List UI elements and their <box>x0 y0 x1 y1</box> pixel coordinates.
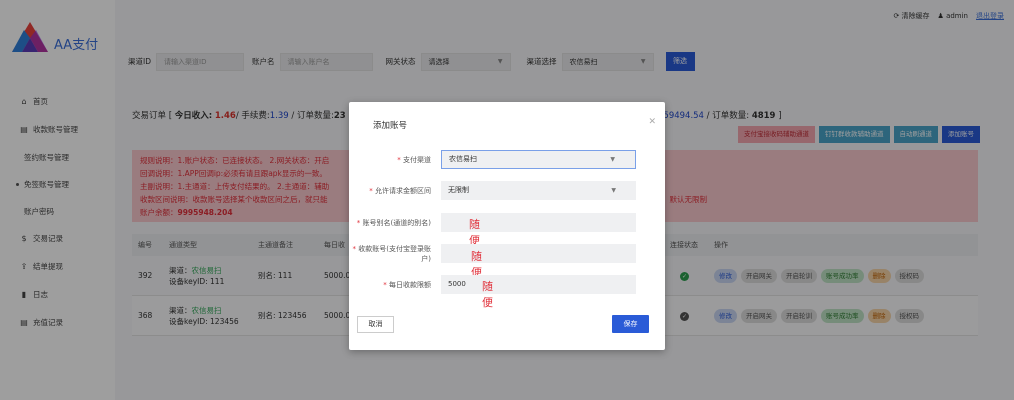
caret-down-icon: ▼ <box>610 156 615 163</box>
daily-limit-input[interactable]: 5000 <box>441 275 636 294</box>
save-button[interactable]: 保存 <box>612 315 649 333</box>
field-label-text: 支付渠道 <box>403 155 431 164</box>
close-icon[interactable]: ✕ <box>648 117 656 127</box>
payment-channel-field: * 支付渠道 农信易扫 ▼ <box>349 150 636 169</box>
add-account-dialog: 添加账号 ✕ * 支付渠道 农信易扫 ▼ * 允许请求金额区间 无限制 ▼ * … <box>349 102 665 350</box>
account-alias-field: * 账号别名(通道的别名) 随便 <box>349 212 636 247</box>
handwritten-note: 随便 <box>482 280 493 309</box>
daily-limit-field: * 每日收款限额 5000 随便 <box>349 274 636 309</box>
payment-channel-select[interactable]: 农信易扫 ▼ <box>441 150 636 169</box>
cancel-button[interactable]: 取消 <box>357 316 394 333</box>
select-value: 农信易扫 <box>449 155 477 163</box>
amount-range-field: * 允许请求金额区间 无限制 ▼ <box>349 180 636 202</box>
field-label-text: 每日收款限额 <box>389 281 431 289</box>
receive-account-field: * 收款账号(支付宝登录账户) 随便 <box>349 243 636 279</box>
field-label: * 支付渠道 <box>397 155 431 164</box>
field-label: * 允许请求金额区间 <box>369 187 431 195</box>
field-label: * 账号别名(通道的别名) <box>356 219 431 227</box>
input-value: 5000 <box>448 280 466 288</box>
dialog-title: 添加账号 <box>373 121 408 131</box>
field-label-text: 收款账号(支付宝登录账户) <box>358 245 431 263</box>
field-label-text: 账号别名(通道的别名) <box>362 219 431 227</box>
field-label: * 每日收款限额 <box>383 281 431 289</box>
field-label: * 收款账号(支付宝登录账户) <box>352 245 431 263</box>
field-label-text: 允许请求金额区间 <box>375 187 431 195</box>
amount-range-select[interactable]: 无限制 ▼ <box>441 181 636 200</box>
select-value: 无限制 <box>448 186 469 194</box>
caret-down-icon: ▼ <box>611 187 616 194</box>
